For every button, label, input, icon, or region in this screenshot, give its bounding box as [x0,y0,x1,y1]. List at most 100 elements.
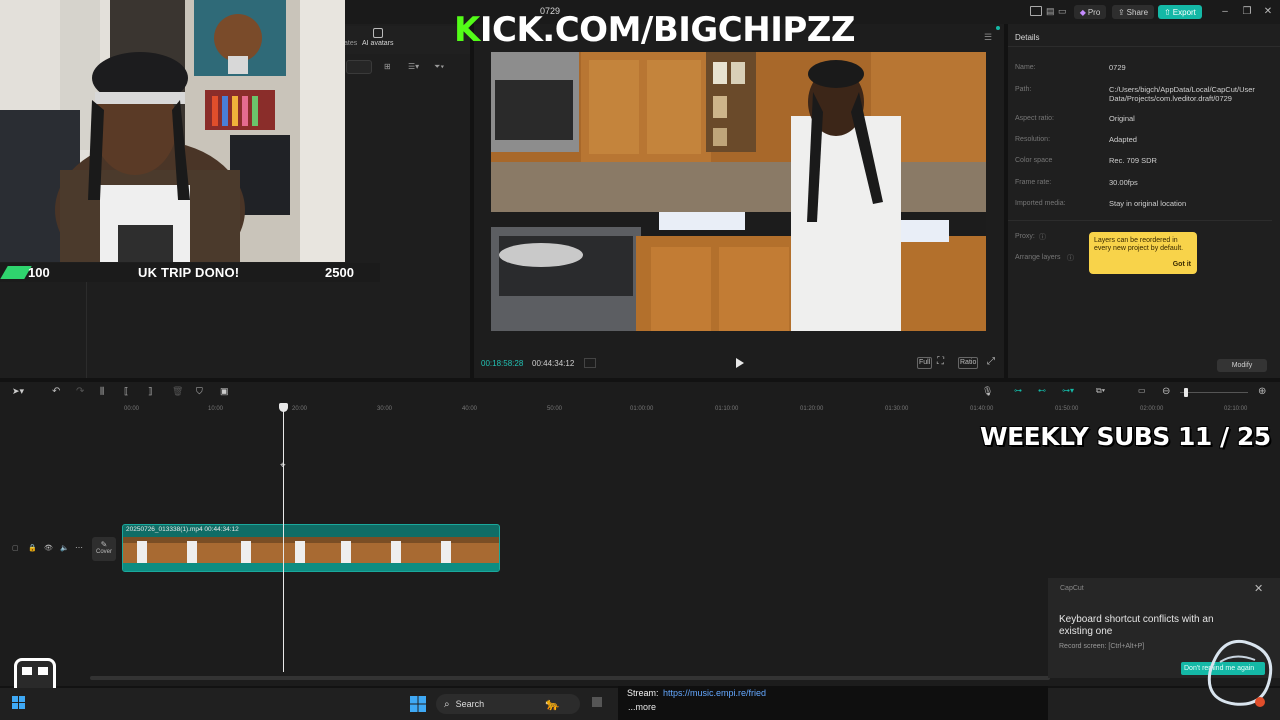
mascot-sticker [1200,632,1278,712]
menu-icon[interactable]: ▤ [1046,6,1055,17]
tick-label: 02:00:00 [1140,406,1164,412]
tick-label: 00:00 [124,406,140,412]
webcam-image [0,0,345,262]
snap-icon[interactable]: ⊶▾ [1062,386,1074,398]
timeline-scrollbar[interactable] [90,676,1050,680]
cover-button[interactable]: ✎ Cover [92,537,116,561]
clip-label: 20250726_013338(1).mp4 00:44:34:12 [126,526,239,533]
redo-icon[interactable]: ↷ [76,386,88,398]
timecode-icon[interactable] [584,358,596,368]
preview-axis-icon[interactable]: ⧉▾ [1096,386,1108,398]
pro-button[interactable]: ◆ Pro [1074,5,1106,19]
split-icon[interactable]: ⫼ [100,386,112,398]
filter-icon[interactable]: ⏷▾ [434,62,444,72]
detail-label: Resolution: [1015,136,1051,143]
trim-left-icon[interactable]: ⟦ [124,386,136,398]
video-preview[interactable] [491,52,986,331]
tick-label: 50:00 [547,406,563,412]
player-menu-icon[interactable]: ☰ [984,32,992,43]
tick-label: 01:50:00 [1055,406,1079,412]
stream-link[interactable]: https://music.empi.re/fried [663,688,766,698]
info-icon[interactable]: ⓘ [1067,253,1074,263]
total-time: 00:44:34:12 [532,359,575,368]
arrange-layers-label: Arrange layers [1015,254,1061,261]
maximize-button[interactable]: ❐ [1240,4,1254,18]
playhead[interactable] [283,406,284,672]
undo-icon[interactable]: ↶ [52,386,64,398]
settings-icon[interactable]: ▭ [1058,6,1067,17]
close-button[interactable]: ✕ [1261,4,1275,18]
sort-icon[interactable]: ☰▾ [408,62,419,71]
detail-value-name: 0729 [1109,63,1126,72]
more-icon[interactable]: ⋯ [75,543,83,552]
status-dot [996,26,1000,30]
track-checkbox-icon[interactable]: ▢ [12,544,19,552]
zoom-slider-handle[interactable] [1184,388,1188,397]
timeline-toolbar [0,382,1280,402]
tab-ai-avatars[interactable]: AI avatars [362,40,394,47]
notification-app-name: CapCut [1060,585,1084,592]
detail-value-aspect: Original [1109,114,1135,123]
tick-label: 10:00 [208,406,224,412]
trim-right-icon[interactable]: ⟧ [148,386,160,398]
details-title: Details [1015,33,1040,42]
fullscreen-preview-button[interactable]: Full [917,357,933,369]
share-icon: ⇪ [1117,7,1125,17]
windows-start-icon[interactable] [410,696,426,712]
select-cursor-icon[interactable]: ➤▾ [12,386,24,398]
detail-label: Name: [1015,64,1036,71]
search-icon: ⌕ [444,698,450,710]
got-it-button[interactable]: Got it [1173,261,1191,269]
media-search-input[interactable] [346,60,372,74]
layers-tooltip: Layers can be reordered in every new pro… [1089,232,1197,274]
panel-divider [86,280,87,378]
more-link[interactable]: ...more [628,702,656,712]
detail-label: Color space [1015,157,1053,164]
eye-icon[interactable]: 👁 [44,544,53,552]
grid-view-icon[interactable]: ⊞ [384,62,391,71]
tick-label: 01:40:00 [970,406,994,412]
goal-title: UK TRIP DONO! [138,265,240,280]
tick-label: 20:00 [292,406,308,412]
detail-value-imported-media: Stay in original location [1109,199,1187,208]
divider [1008,46,1280,47]
caption-icon[interactable]: ▭ [1138,386,1150,398]
play-button[interactable] [733,357,745,369]
task-view-icon[interactable] [12,696,26,710]
cursor-crosshair-icon: ⌖ [280,461,288,471]
minimize-button[interactable]: – [1218,4,1232,18]
delete-icon[interactable]: 🗑 [172,386,184,398]
weekly-subs-overlay: WEEKLY SUBS 11 / 25 [980,422,1271,451]
zoom-out-icon[interactable]: ⊖ [1162,386,1174,398]
layout-icon[interactable] [1030,6,1042,16]
link-icon[interactable]: ⊶ [1014,386,1026,398]
shield-icon[interactable]: ⛉ [196,386,208,398]
notification-subtext: Record screen: [Ctrl+Alt+P] [1059,643,1145,650]
share-button[interactable]: ⇪ Share [1112,5,1154,19]
app-icon[interactable] [592,697,602,707]
stream-label: Stream: [627,688,659,698]
notification-close-button[interactable]: ✕ [1254,582,1263,595]
zoom-in-icon[interactable]: ⊕ [1258,386,1270,398]
expand-icon[interactable]: ⤢ [987,356,995,367]
image-icon[interactable]: ▣ [220,386,232,398]
magnet-icon[interactable]: ⊷ [1038,386,1050,398]
detail-value-resolution: Adapted [1109,135,1137,144]
microphone-icon[interactable]: 🎙 [982,386,994,398]
modify-button[interactable]: Modify [1217,359,1267,372]
timeline-ruler[interactable]: 00:00 10:00 20:00 30:00 40:00 50:00 01:0… [120,405,1280,415]
info-icon[interactable]: ⓘ [1039,232,1046,242]
zoom-slider[interactable] [1180,392,1248,393]
ratio-button[interactable]: Ratio [958,357,979,369]
crop-icon[interactable]: ⛶ [937,356,944,367]
goal-current: 100 [28,265,50,280]
donation-goal-bar: 100 UK TRIP DONO! 2500 [0,263,380,282]
play-icon [736,358,744,368]
tick-label: 01:10:00 [715,406,739,412]
kick-banner: KICK.COM/BIGCHIPZZ [454,10,856,50]
volume-icon[interactable]: 🔈 [60,544,69,552]
export-button[interactable]: ⇧ Export [1158,5,1202,19]
tab-templates[interactable]: ates [344,40,357,47]
divider [1008,220,1272,221]
lock-icon[interactable]: 🔒 [28,544,37,552]
